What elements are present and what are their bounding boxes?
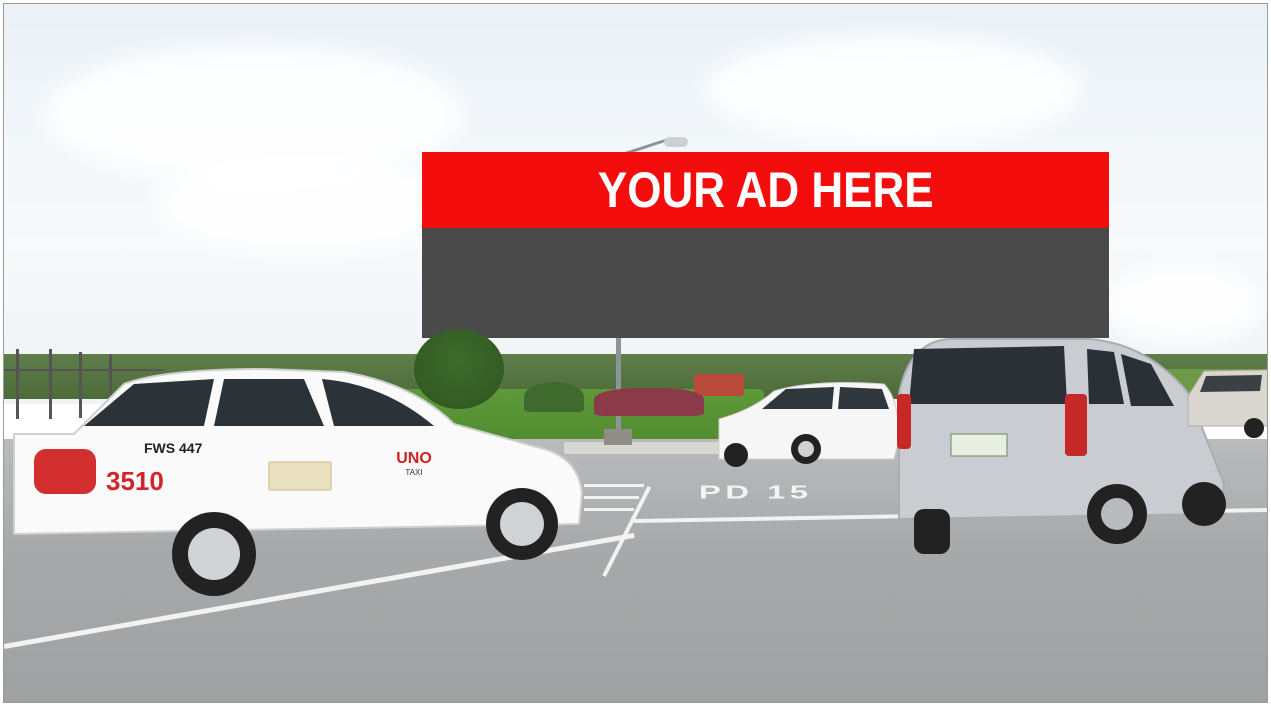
distant-suv (1187, 369, 1267, 438)
taxi-brand-sub: TAXI (405, 468, 423, 477)
taxi-plate-number: FWS 447 (144, 440, 203, 456)
palm-tree (414, 329, 504, 409)
taxi-brand-logo: UNO TAXI (389, 450, 439, 480)
road-stencil: PD 15 (698, 482, 813, 503)
lamp-head (664, 137, 688, 147)
shrub (524, 382, 584, 412)
taxi-car (13, 367, 584, 596)
taxi-brand-name: UNO (396, 450, 432, 467)
photo-frame: PD 15 YOUR AD HERE 3510 FWS 447 UNO TAXI (3, 3, 1268, 703)
billboard-header: YOUR AD HERE (422, 152, 1109, 228)
taxi-body-number: 3510 (106, 466, 164, 496)
pole-base (604, 429, 632, 445)
cloud (1104, 264, 1264, 344)
billboard-headline: YOUR AD HERE (597, 162, 934, 218)
cloud (154, 154, 454, 254)
cloud (704, 34, 1084, 144)
flower-bed (594, 388, 704, 416)
billboard: YOUR AD HERE (422, 152, 1109, 338)
red-truck (694, 374, 744, 396)
billboard-panel (422, 218, 1109, 338)
silver-minivan (897, 338, 1226, 554)
